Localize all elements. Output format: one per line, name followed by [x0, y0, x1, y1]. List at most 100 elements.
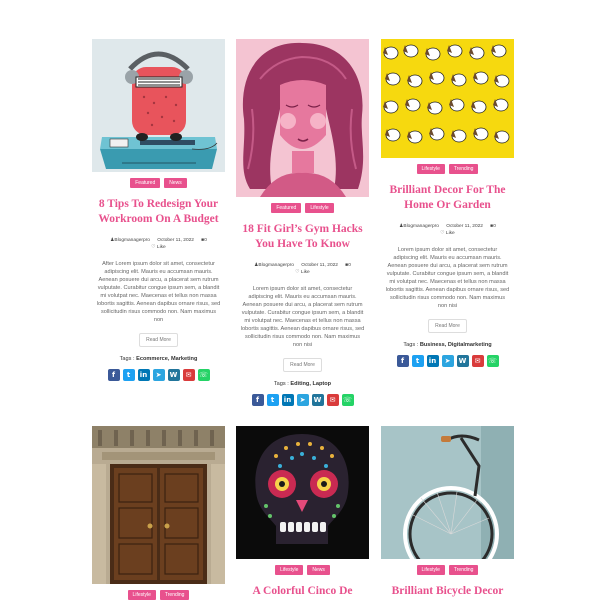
post-excerpt: Lorem ipsum dolor sit amet, consectetur …	[240, 286, 365, 348]
post-image-dj-character[interactable]	[92, 39, 225, 172]
comment-count: 0	[348, 263, 351, 268]
like-button[interactable]: ♡ Like	[151, 245, 165, 250]
post-card: Lifestyle Trending	[92, 426, 225, 600]
post-meta: ♟Blogmanagerpro October 11, 2022 ■0 ♡ Li…	[381, 223, 514, 237]
post-image-dogs-pattern[interactable]	[381, 39, 514, 158]
share-buttons: f t in ➤ W ✉ ☏	[236, 394, 369, 406]
category-badge[interactable]: Trending	[448, 565, 479, 575]
whatsapp-icon[interactable]: ☏	[341, 394, 354, 406]
tag-links[interactable]: Editing, Laptop	[290, 381, 331, 387]
heart-icon: ♡	[295, 270, 300, 275]
author-name: Blogmanagerpro	[114, 238, 150, 243]
post-image-bicycle[interactable]	[381, 426, 514, 559]
wordpress-icon[interactable]: W	[311, 394, 324, 406]
author[interactable]: ♟Blogmanagerpro	[399, 224, 439, 229]
post-excerpt: Lorem ipsum dolor sit amet, consectetur …	[385, 247, 510, 309]
read-more-button[interactable]: Read More	[139, 333, 178, 347]
like-label: Like	[300, 270, 310, 275]
post-date: October 11, 2022	[301, 263, 338, 268]
wordpress-icon[interactable]: W	[456, 355, 469, 367]
email-icon[interactable]: ✉	[326, 394, 339, 406]
category-badges: Featured Lifestyle	[236, 203, 369, 213]
category-badges: Lifestyle News	[236, 565, 369, 575]
post-image-sugar-skull[interactable]	[236, 426, 369, 559]
read-more-button[interactable]: Read More	[428, 319, 467, 333]
author-name: Blogmanagerpro	[258, 263, 294, 268]
read-more-button[interactable]: Read More	[283, 358, 322, 372]
author-name: Blogmanagerpro	[403, 224, 439, 229]
twitter-icon[interactable]: t	[411, 355, 424, 367]
category-badge[interactable]: Lifestyle	[416, 565, 445, 575]
email-icon[interactable]: ✉	[471, 355, 484, 367]
share-buttons: f t in ➤ W ✉ ☏	[381, 355, 514, 367]
comments[interactable]: ■0	[490, 224, 496, 229]
whatsapp-icon[interactable]: ☏	[197, 369, 210, 381]
post-title[interactable]: 8 Tips To Redesign Your Workroom On A Bu…	[92, 197, 225, 227]
comment-count: 0	[204, 238, 207, 243]
post-title[interactable]: Brilliant Decor For The Home Or Garden	[381, 183, 514, 213]
category-badge[interactable]: Trending	[159, 590, 190, 600]
heart-icon: ♡	[440, 231, 445, 236]
post-card: Featured News 8 Tips To Redesign Your Wo…	[92, 39, 225, 381]
post-card: Lifestyle Trending Brilliant Decor For T…	[381, 39, 514, 367]
wordpress-icon[interactable]: W	[167, 369, 180, 381]
category-badge[interactable]: Lifestyle	[305, 203, 334, 213]
like-button[interactable]: ♡ Like	[295, 270, 309, 275]
category-badge[interactable]: Lifestyle	[127, 590, 156, 600]
post-tags: Tags : Editing, Laptop	[236, 381, 369, 387]
tags-label: Tags :	[403, 342, 419, 348]
post-image-wooden-door[interactable]	[92, 426, 225, 584]
post-card: Featured Lifestyle 18 Fit Girl’s Gym Hac…	[236, 39, 369, 406]
tags-label: Tags :	[273, 381, 289, 387]
post-title[interactable]: Brilliant Bicycle Decor For	[381, 584, 514, 600]
category-badge[interactable]: Lifestyle	[416, 164, 445, 174]
comment-count: 0	[493, 224, 496, 229]
facebook-icon[interactable]: f	[251, 394, 264, 406]
comments[interactable]: ■0	[201, 238, 207, 243]
category-badge[interactable]: Featured	[271, 203, 302, 213]
tag-links[interactable]: Ecommerce, Marketing	[136, 356, 197, 362]
tag-links[interactable]: Business, Digitalmarketing	[420, 342, 492, 348]
category-badge[interactable]: News	[307, 565, 330, 575]
like-label: Like	[156, 245, 166, 250]
linkedin-icon[interactable]: in	[137, 369, 150, 381]
post-image-woman-illustration[interactable]	[236, 39, 369, 197]
linkedin-icon[interactable]: in	[281, 394, 294, 406]
category-badge[interactable]: Lifestyle	[275, 565, 304, 575]
category-badge[interactable]: Trending	[448, 164, 479, 174]
facebook-icon[interactable]: f	[396, 355, 409, 367]
share-buttons: f t in ➤ W ✉ ☏	[92, 369, 225, 381]
like-button[interactable]: ♡ Like	[440, 231, 454, 236]
telegram-icon[interactable]: ➤	[441, 355, 454, 367]
twitter-icon[interactable]: t	[122, 369, 135, 381]
category-badges: Lifestyle Trending	[92, 590, 225, 600]
telegram-icon[interactable]: ➤	[152, 369, 165, 381]
author[interactable]: ♟Blogmanagerpro	[110, 238, 150, 243]
post-date: October 11, 2022	[157, 238, 194, 243]
facebook-icon[interactable]: f	[107, 369, 120, 381]
post-excerpt: After Lorem ipsum dolor sit amet, consec…	[96, 261, 221, 323]
category-badge[interactable]: News	[164, 178, 187, 188]
twitter-icon[interactable]: t	[266, 394, 279, 406]
category-badges: Lifestyle Trending	[381, 565, 514, 575]
email-icon[interactable]: ✉	[182, 369, 195, 381]
heart-icon: ♡	[151, 245, 156, 250]
post-meta: ♟Blogmanagerpro October 11, 2022 ■0 ♡ Li…	[236, 262, 369, 276]
like-label: Like	[445, 231, 455, 236]
post-card: Lifestyle News A Colorful Cinco De Mayo	[236, 426, 369, 600]
category-badges: Featured News	[92, 178, 225, 188]
category-badge[interactable]: Featured	[130, 178, 161, 188]
telegram-icon[interactable]: ➤	[296, 394, 309, 406]
post-tags: Tags : Business, Digitalmarketing	[381, 342, 514, 348]
tags-label: Tags :	[119, 356, 135, 362]
post-meta: ♟Blogmanagerpro October 11, 2022 ■0 ♡ Li…	[92, 237, 225, 251]
author[interactable]: ♟Blogmanagerpro	[254, 263, 294, 268]
post-card: Lifestyle Trending Brilliant Bicycle Dec…	[381, 426, 514, 600]
post-date: October 11, 2022	[446, 224, 483, 229]
post-title[interactable]: 18 Fit Girl’s Gym Hacks You Have To Know	[236, 222, 369, 252]
post-title[interactable]: A Colorful Cinco De Mayo	[236, 584, 369, 600]
linkedin-icon[interactable]: in	[426, 355, 439, 367]
whatsapp-icon[interactable]: ☏	[486, 355, 499, 367]
post-tags: Tags : Ecommerce, Marketing	[92, 356, 225, 362]
comments[interactable]: ■0	[345, 263, 351, 268]
